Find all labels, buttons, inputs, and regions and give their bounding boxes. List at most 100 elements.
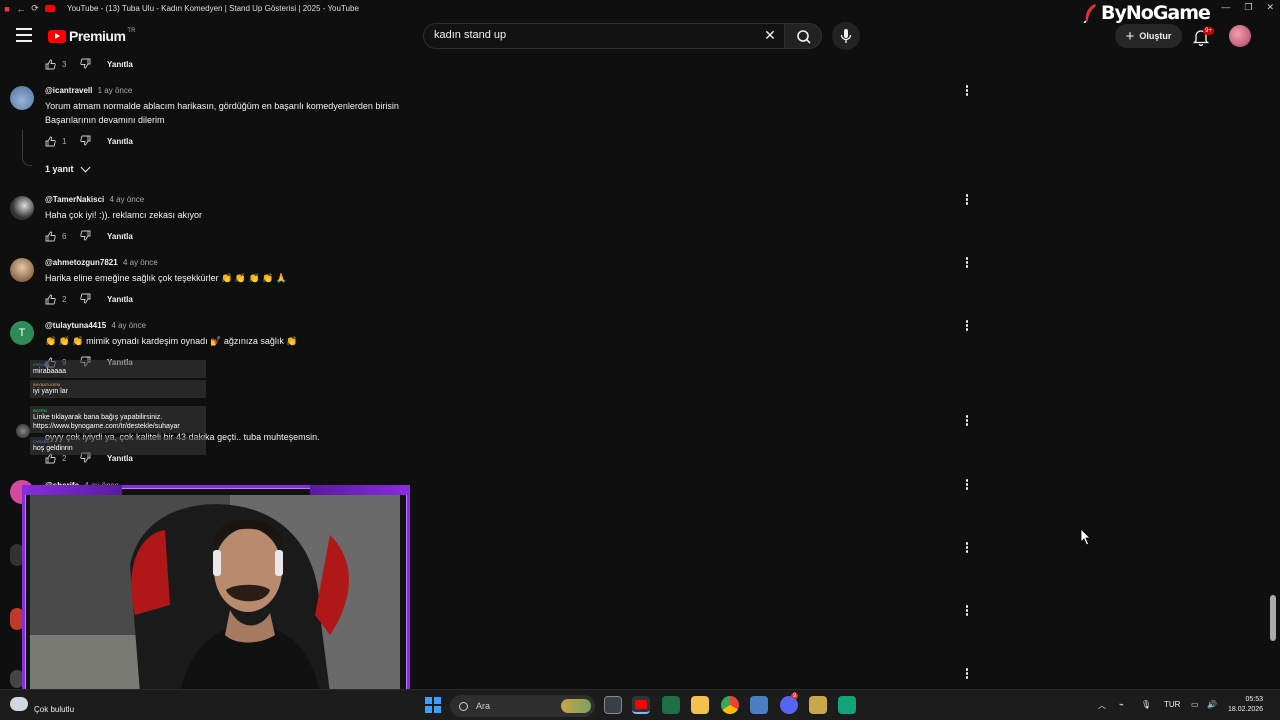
dislike-button[interactable]	[80, 135, 91, 148]
menu-button[interactable]	[16, 28, 32, 42]
thumbs-up-icon	[45, 294, 56, 304]
logo-region: TR	[127, 28, 136, 34]
display-icon[interactable]: ▭	[1191, 700, 1199, 709]
page-scrollbar[interactable]	[1270, 595, 1276, 641]
chrome-icon[interactable]	[721, 696, 739, 714]
network-icon[interactable]: ⌁	[1119, 700, 1124, 709]
file-explorer-icon[interactable]	[691, 696, 709, 714]
comment-text-line: 👏 👏 👏 mimik oynadı kardeşim oynadı 💅 ağz…	[45, 336, 298, 346]
comment-more-icon[interactable]	[962, 257, 972, 271]
chevron-up-icon[interactable]: ︿	[1098, 700, 1106, 711]
chat-text: Linke tıklayarak bana bağış yapabilirsin…	[33, 414, 180, 430]
account-avatar[interactable]	[1229, 25, 1251, 47]
chat-message: BOTEN Linke tıklayarak bana bağış yapabi…	[30, 406, 206, 433]
commenter-avatar[interactable]	[10, 196, 34, 220]
reply-button[interactable]: Yanıtla	[107, 232, 133, 241]
minimize-icon[interactable]: —	[1221, 2, 1230, 13]
chat-text: iyi yayın lar	[33, 388, 69, 395]
youtube-icon	[48, 29, 66, 43]
comment-author[interactable]: @ahmetozgun7821	[45, 258, 118, 267]
commenter-avatar[interactable]	[10, 258, 34, 282]
chat-username: BAYBATUGEM	[33, 382, 61, 387]
like-button[interactable]	[45, 294, 56, 305]
taskbar-search[interactable]: Ara	[450, 695, 595, 717]
comment-author[interactable]: @TamerNakisci	[45, 195, 104, 204]
window-controls: — ❐ ✕	[1221, 2, 1274, 13]
comment-author[interactable]: @icantravell	[45, 86, 92, 95]
dislike-button[interactable]	[80, 230, 91, 243]
microphone-icon	[840, 29, 852, 43]
microphone-icon[interactable]: 🎙	[1141, 700, 1151, 709]
commenter-avatar[interactable]: T	[10, 321, 34, 345]
reply-button[interactable]: Yanıtla	[107, 137, 133, 146]
back-icon[interactable]: ←	[14, 4, 28, 14]
dislike-button[interactable]	[80, 293, 91, 306]
chat-username: BOTEN	[33, 408, 47, 413]
reply-button[interactable]: Yanıtla	[107, 60, 133, 69]
comment-more-icon[interactable]	[962, 668, 972, 682]
language-indicator[interactable]: TUR	[1164, 700, 1180, 709]
commenter-avatar[interactable]	[16, 424, 30, 438]
frame-corner-decoration	[22, 485, 122, 495]
app-icon[interactable]	[809, 696, 827, 714]
system-clock[interactable]: 05:53 18.02.2026	[1228, 695, 1263, 715]
chevron-down-icon	[80, 162, 90, 172]
restore-icon[interactable]: ❐	[1244, 2, 1252, 13]
comment-actions: 6 Yanıtla	[45, 229, 133, 243]
commenter-avatar[interactable]	[10, 86, 34, 110]
like-button[interactable]	[45, 136, 56, 147]
comment-more-icon[interactable]	[962, 320, 972, 334]
weather-cloud-icon[interactable]	[10, 697, 28, 711]
app-icon[interactable]	[750, 696, 768, 714]
comment-author[interactable]: @tulaytuna4415	[45, 321, 106, 330]
task-view-icon[interactable]	[604, 696, 622, 714]
thumbs-down-icon	[80, 58, 91, 68]
comment-more-icon[interactable]	[962, 605, 972, 619]
search-button[interactable]	[784, 23, 822, 49]
clear-search-icon[interactable]: ✕	[762, 27, 778, 43]
reply-button[interactable]: Yanıtla	[107, 295, 133, 304]
show-replies-button[interactable]: 1 yanıt	[45, 162, 90, 174]
chat-message: CYCLES mirabaaaa	[30, 360, 206, 378]
app-icon[interactable]	[838, 696, 856, 714]
chat-text: mirabaaaa	[33, 368, 67, 375]
thumbs-up-icon	[45, 136, 56, 146]
youtube-favicon-icon	[45, 5, 55, 12]
create-button[interactable]: + Oluştur	[1115, 24, 1182, 48]
chat-text: hoş geldinnn	[33, 445, 73, 452]
comment-text-line: Harika eline emeğine sağlık çok teşekkür…	[45, 273, 288, 283]
dislike-button[interactable]	[80, 58, 91, 71]
frame-corner-decoration	[310, 485, 410, 495]
webcam-overlay	[22, 485, 410, 703]
logo-text: Premium	[69, 28, 126, 44]
comment-more-icon[interactable]	[962, 415, 972, 429]
voice-search-button[interactable]	[832, 22, 860, 50]
comment-more-icon[interactable]	[962, 542, 972, 556]
comment-text-line: Haha çok iyi! :)). reklamcı zekası akıyo…	[45, 210, 203, 220]
thumbs-down-icon	[80, 230, 91, 240]
like-count: 1	[62, 136, 67, 146]
close-window-icon[interactable]: ✕	[1266, 2, 1274, 13]
search-highlight-icon	[561, 699, 591, 713]
taskbar-search-label: Ara	[476, 701, 491, 711]
like-count: 3	[62, 59, 67, 69]
comment-actions: 1 Yanıtla	[45, 134, 133, 148]
comment-more-icon[interactable]	[962, 85, 972, 99]
comment-time: 1 ay önce	[97, 86, 133, 95]
thumbs-down-icon	[80, 135, 91, 145]
search-input[interactable]	[434, 29, 754, 41]
like-count: 6	[62, 231, 67, 241]
start-button[interactable]	[425, 697, 441, 713]
comment-more-icon[interactable]	[962, 479, 972, 493]
comment-more-icon[interactable]	[962, 194, 972, 208]
replies-count-label: 1 yanıt	[45, 164, 74, 174]
youtube-app-icon[interactable]	[632, 696, 650, 714]
like-button[interactable]	[45, 231, 56, 242]
volume-icon[interactable]: 🔊	[1207, 700, 1217, 709]
excel-icon[interactable]	[662, 696, 680, 714]
youtube-premium-logo[interactable]: Premium TR	[48, 28, 135, 44]
mouse-cursor-icon	[1080, 528, 1091, 546]
like-button[interactable]	[45, 59, 56, 70]
plus-icon: +	[1125, 27, 1135, 45]
reload-icon[interactable]: ⟳	[28, 3, 42, 14]
